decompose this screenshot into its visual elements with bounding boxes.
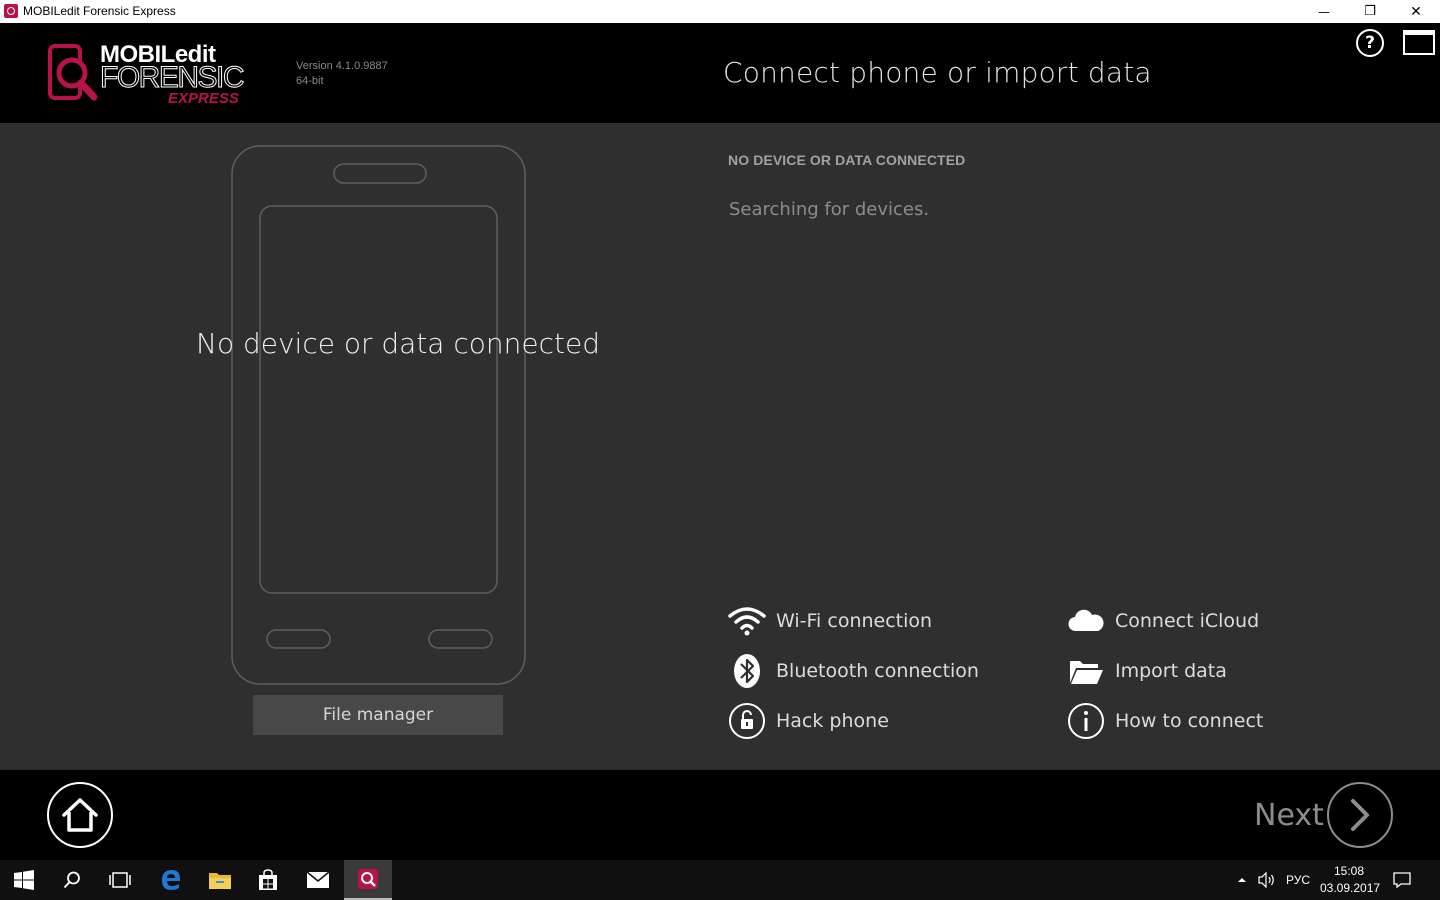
chevron-up-icon	[1238, 878, 1246, 882]
close-button[interactable]: ✕	[1393, 0, 1439, 23]
connect-icloud-label: Connect iCloud	[1115, 610, 1260, 632]
volume-icon	[1258, 872, 1274, 888]
wifi-connection-button[interactable]: Wi-Fi connection	[728, 601, 932, 641]
main-content: No device or data connected File manager…	[0, 123, 1440, 770]
bluetooth-connection-label: Bluetooth connection	[776, 660, 979, 682]
window-title: MOBILedit Forensic Express	[23, 4, 176, 18]
fullscreen-button[interactable]	[1403, 30, 1435, 55]
edge-icon	[162, 870, 180, 890]
clock-time[interactable]: 15:08	[1334, 864, 1364, 878]
start-button[interactable]	[0, 860, 48, 900]
searching-message: Searching for devices.	[729, 199, 930, 220]
action-center-button[interactable]	[1380, 860, 1424, 900]
unlock-icon	[728, 702, 766, 740]
taskbar-edge-button[interactable]	[147, 860, 195, 900]
restore-icon: ❐	[1364, 4, 1376, 19]
mail-icon	[306, 871, 330, 888]
app-header: MOBILedit FORENSIC EXPRESS Version 4.1.0…	[0, 23, 1440, 123]
mobiledit-icon	[358, 869, 378, 889]
start-icon	[14, 870, 34, 890]
version-info: Version 4.1.0.9887 64-bit	[296, 59, 388, 89]
home-icon	[62, 798, 98, 832]
mobiledit-forensic-logo: MOBILedit FORENSIC EXPRESS	[48, 43, 246, 105]
bottom-navigation-bar: Next	[0, 770, 1440, 860]
wifi-icon	[728, 602, 766, 640]
home-button[interactable]	[47, 782, 113, 848]
windows-taskbar: РУС 15:08 03.09.2017	[0, 860, 1440, 900]
taskbar-search-button[interactable]	[48, 860, 96, 900]
file-explorer-icon	[209, 873, 231, 889]
help-icon: ?	[1365, 33, 1375, 53]
bluetooth-icon	[728, 652, 766, 690]
show-hidden-icons-button[interactable]	[1230, 860, 1254, 900]
taskbar-file-explorer-button[interactable]	[196, 860, 244, 900]
hack-phone-label: Hack phone	[776, 710, 889, 732]
bluetooth-connection-button[interactable]: Bluetooth connection	[728, 651, 979, 691]
next-label[interactable]: Next	[1254, 798, 1324, 833]
page-title: Connect phone or import data	[723, 56, 1152, 89]
minimize-icon: —	[1318, 4, 1330, 19]
notification-icon	[1393, 872, 1411, 888]
volume-button[interactable]	[1254, 860, 1280, 900]
taskbar-store-button[interactable]	[244, 860, 292, 900]
how-to-connect-label: How to connect	[1115, 710, 1264, 732]
help-button[interactable]: ?	[1356, 29, 1384, 57]
phone-outline-illustration	[231, 145, 526, 685]
task-view-icon	[109, 872, 131, 888]
connection-status-heading: NO DEVICE OR DATA CONNECTED	[728, 152, 966, 168]
restore-button[interactable]: ❐	[1347, 0, 1393, 23]
cloud-icon	[1067, 602, 1105, 640]
import-data-label: Import data	[1115, 660, 1227, 682]
folder-icon	[1067, 652, 1105, 690]
no-device-placeholder: No device or data connected	[196, 327, 600, 360]
close-icon: ✕	[1410, 3, 1422, 20]
svg-text:EXPRESS: EXPRESS	[168, 90, 239, 105]
search-icon	[63, 871, 80, 889]
taskbar-mail-button[interactable]	[294, 860, 342, 900]
connect-icloud-button[interactable]: Connect iCloud	[1067, 601, 1259, 641]
wifi-connection-label: Wi-Fi connection	[776, 610, 933, 632]
next-button[interactable]	[1327, 782, 1393, 848]
info-icon	[1067, 702, 1105, 740]
hack-phone-button[interactable]: Hack phone	[728, 701, 889, 741]
task-view-button[interactable]	[96, 860, 144, 900]
import-data-button[interactable]: Import data	[1067, 651, 1227, 691]
taskbar-mobiledit-button[interactable]	[344, 860, 392, 900]
version-number: Version 4.1.0.9887	[296, 60, 388, 72]
how-to-connect-button[interactable]: How to connect	[1067, 701, 1263, 741]
file-manager-button[interactable]: File manager	[253, 695, 503, 735]
window-title-bar: MOBILedit Forensic Express — ❐ ✕	[0, 0, 1440, 23]
minimize-button[interactable]: —	[1301, 0, 1347, 23]
store-icon	[259, 869, 277, 890]
chevron-right-icon	[1351, 799, 1369, 831]
input-language-indicator[interactable]: РУС	[1286, 873, 1310, 887]
architecture: 64-bit	[296, 75, 324, 87]
clock-date[interactable]: 03.09.2017	[1320, 881, 1380, 895]
app-icon	[4, 4, 18, 18]
